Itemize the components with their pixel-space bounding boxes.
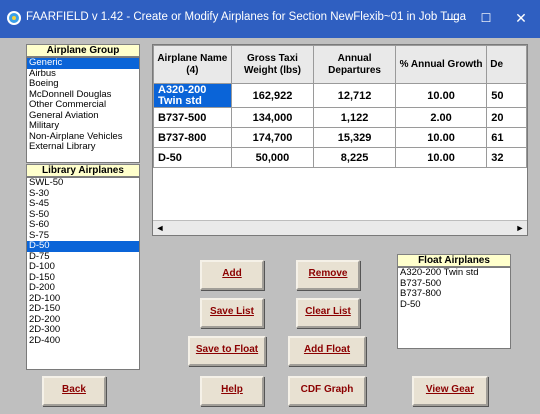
airplane-grid[interactable]: Airplane Name (4) Gross Taxi Weight (lbs…	[152, 44, 528, 236]
save-to-float-button[interactable]: Save to Float	[188, 336, 266, 366]
float-airplanes-label: Float Airplanes	[397, 254, 511, 267]
table-cell[interactable]: B737-800	[153, 127, 232, 148]
table-cell[interactable]: 61	[486, 127, 527, 148]
column-header-airplane-name: Airplane Name (4)	[153, 45, 232, 84]
table-cell[interactable]: 10.00	[394, 147, 488, 168]
airplane-group-item[interactable]: Generic	[27, 58, 139, 69]
table-cell[interactable]: B737-500	[153, 107, 232, 128]
remove-button[interactable]: Remove	[296, 260, 360, 290]
library-airplane-item[interactable]: S-45	[27, 198, 139, 210]
table-row[interactable]: B737-800 174,700 15,329 10.00 61	[153, 127, 527, 148]
minimize-button[interactable]: —	[438, 6, 466, 30]
client-area: Airplane Group Generic Airbus Boeing McDonn…	[0, 38, 540, 414]
close-button[interactable]: ✕	[507, 6, 535, 30]
app-icon	[7, 11, 21, 25]
scroll-right-icon[interactable]: ►	[513, 221, 527, 235]
library-airplane-item[interactable]: D-200	[27, 282, 139, 294]
maximize-button[interactable]: ☐	[472, 6, 500, 30]
airplane-group-item[interactable]: Boeing	[27, 78, 139, 90]
library-airplanes-list[interactable]: SWL-50 S-30 S-45 S-50 S-60 S-75 D-50 D-75 D-100 D…	[26, 177, 140, 370]
table-row[interactable]: A320-200 Twin std 162,922 12,712 10.00 50	[153, 83, 527, 108]
save-list-button[interactable]: Save List	[200, 298, 264, 328]
table-cell[interactable]: 12,712	[313, 83, 396, 108]
airplane-group-label: Airplane Group	[26, 44, 140, 57]
table-cell[interactable]: 50	[486, 83, 527, 108]
title-bar: FAARFIELD v 1.42 - Create or Modify Airp…	[0, 0, 540, 38]
window-title: FAARFIELD v 1.42 - Create or Modify Airp…	[26, 11, 466, 23]
library-airplane-item[interactable]: D-100	[27, 261, 139, 273]
table-row[interactable]: D-50 50,000 8,225 10.00 32	[153, 147, 527, 168]
airplane-group-item[interactable]: External Library	[27, 141, 139, 153]
help-button[interactable]: Help	[200, 376, 264, 406]
table-cell[interactable]: 174,700	[230, 127, 315, 148]
table-cell[interactable]: 162,922	[230, 83, 315, 108]
back-button[interactable]: Back	[42, 376, 106, 406]
table-cell[interactable]: A320-200 Twin std	[153, 83, 232, 108]
table-cell[interactable]: 32	[486, 147, 527, 168]
table-cell[interactable]: 20	[486, 107, 527, 128]
column-header-annual-growth: % Annual Growth	[394, 45, 488, 84]
table-cell[interactable]: 1,122	[313, 107, 396, 128]
table-cell[interactable]: 2.00	[394, 107, 488, 128]
table-cell[interactable]: 10.00	[394, 127, 488, 148]
library-airplane-item[interactable]: SWL-50	[27, 178, 139, 189]
library-airplane-item[interactable]: 2D-150	[27, 303, 139, 315]
table-cell[interactable]: 15,329	[313, 127, 396, 148]
table-cell[interactable]: 134,000	[230, 107, 315, 128]
column-header-truncated: De	[486, 45, 527, 84]
float-airplanes-list[interactable]: A320-200 Twin std B737-500 B737-800 D-50	[397, 267, 511, 349]
clear-list-button[interactable]: Clear List	[296, 298, 360, 328]
library-airplane-item[interactable]: 2D-400	[27, 335, 139, 347]
airplane-group-list[interactable]: Generic Airbus Boeing McDonnell Douglas Othe…	[26, 57, 140, 163]
table-cell[interactable]: 50,000	[230, 147, 315, 168]
library-airplane-item[interactable]: D-50	[27, 240, 139, 252]
scroll-left-icon[interactable]: ◄	[153, 221, 167, 235]
float-airplane-item[interactable]: A320-200 Twin std	[398, 268, 510, 279]
horizontal-scrollbar[interactable]: ◄ ►	[153, 220, 527, 235]
library-airplane-item[interactable]: 2D-300	[27, 324, 139, 336]
airplane-group-item[interactable]: Military	[27, 120, 139, 132]
column-header-annual-departures: Annual Departures	[313, 45, 396, 84]
library-airplanes-label: Library Airplanes	[26, 164, 140, 177]
table-cell[interactable]: D-50	[153, 147, 232, 168]
library-airplane-item[interactable]: S-60	[27, 219, 139, 231]
float-airplane-item[interactable]: B737-800	[398, 288, 510, 300]
float-airplane-item[interactable]: D-50	[398, 299, 510, 311]
cdf-graph-button[interactable]: CDF Graph	[288, 376, 366, 406]
add-float-button[interactable]: Add Float	[288, 336, 366, 366]
add-button[interactable]: Add	[200, 260, 264, 290]
airplane-group-item[interactable]: Other Commercial	[27, 99, 139, 111]
column-header-gross-taxi-weight: Gross Taxi Weight (lbs)	[230, 45, 315, 84]
table-row[interactable]: B737-500 134,000 1,122 2.00 20	[153, 107, 527, 128]
table-cell[interactable]: 10.00	[394, 83, 488, 108]
view-gear-button[interactable]: View Gear	[412, 376, 488, 406]
table-cell[interactable]: 8,225	[313, 147, 396, 168]
